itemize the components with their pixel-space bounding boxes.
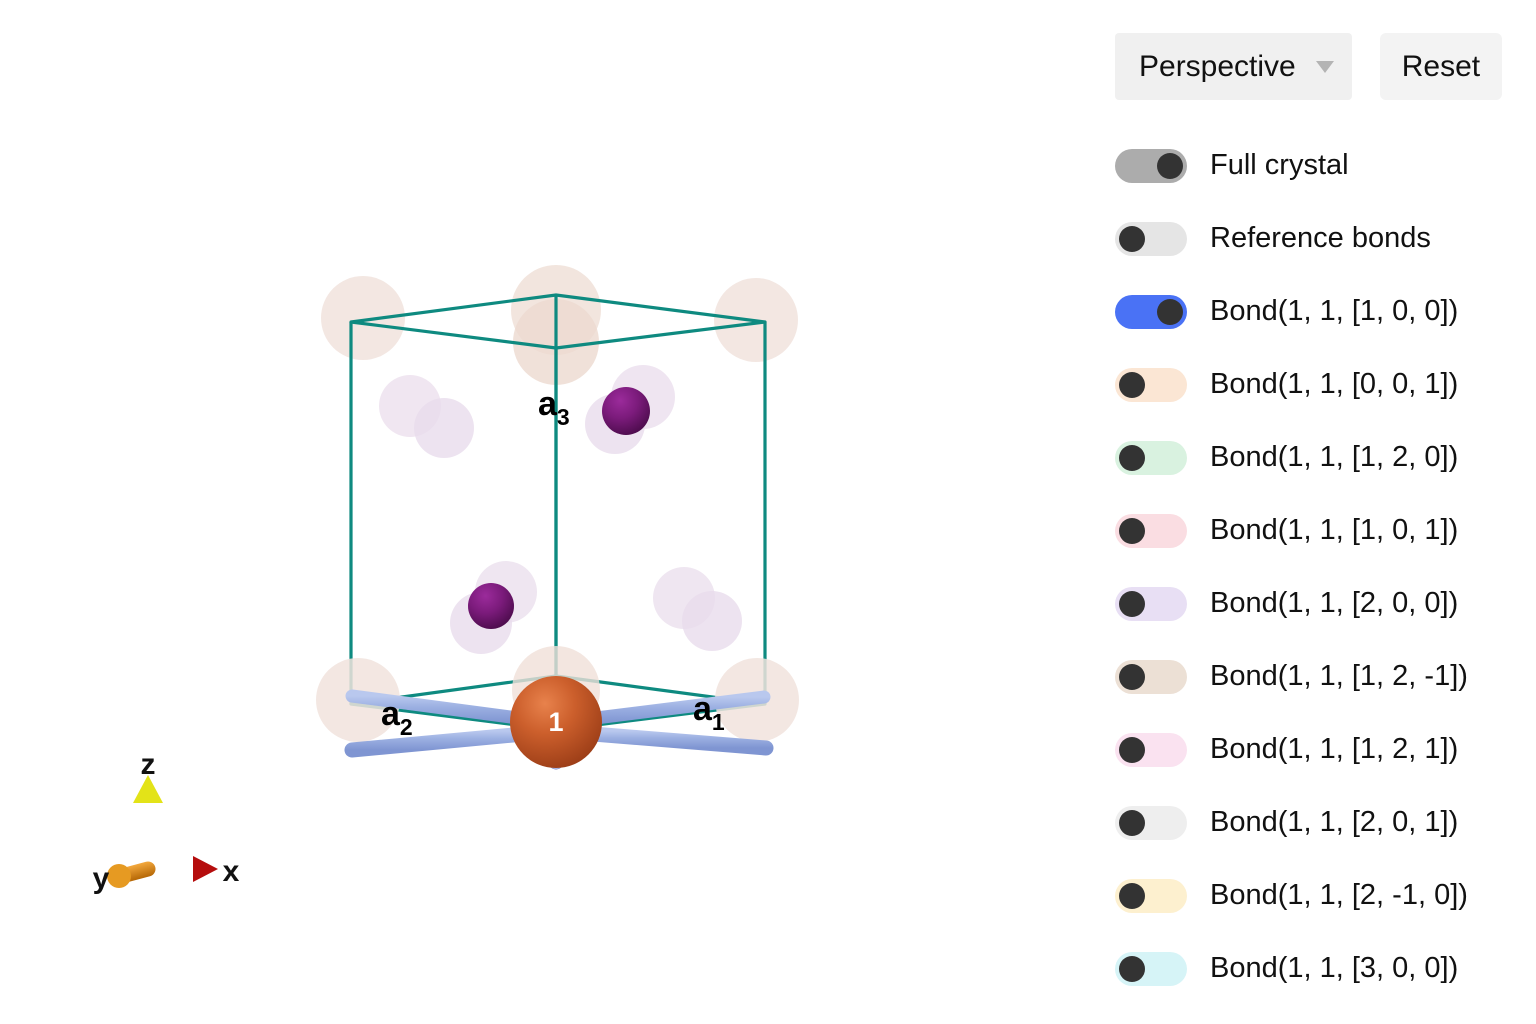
toggle-row[interactable]: Bond(1, 1, [2, -1, 0]) — [1115, 859, 1525, 932]
reset-button-label: Reset — [1401, 49, 1481, 83]
axis-x-head — [193, 856, 218, 882]
toggle-row[interactable]: Bond(1, 1, [0, 0, 1]) — [1115, 348, 1525, 421]
lattice-label-a3-base: a — [538, 385, 558, 423]
lattice-label-a2-sub: 2 — [400, 714, 413, 740]
toggle-switch[interactable] — [1115, 513, 1187, 548]
toggle-row[interactable]: Bond(1, 1, [1, 0, 1]) — [1115, 494, 1525, 567]
toggle-switch[interactable] — [1115, 367, 1187, 402]
lattice-label-a2-base: a — [381, 695, 401, 733]
purple-atom-upper[interactable] — [602, 387, 650, 435]
toggle-label: Bond(1, 1, [1, 0, 0]) — [1210, 295, 1459, 327]
axis-y-head — [107, 864, 131, 888]
toggle-label: Reference bonds — [1210, 222, 1431, 254]
axis-y-label: y — [93, 862, 110, 895]
toggle-label: Bond(1, 1, [1, 2, 0]) — [1210, 441, 1459, 473]
ghost-atom — [682, 591, 742, 651]
toggle-knob — [1157, 298, 1183, 325]
center-atom-label: 1 — [548, 707, 563, 737]
bond-toggle-list: Full crystal Reference bonds Bond(1, 1, [1… — [1115, 129, 1525, 1005]
toggle-knob — [1119, 590, 1145, 617]
toggle-label: Bond(1, 1, [2, 0, 0]) — [1210, 587, 1459, 619]
toggle-row[interactable]: Bond(1, 1, [1, 2, 0]) — [1115, 421, 1525, 494]
toggle-row[interactable]: Bond(1, 1, [1, 0, 0]) — [1115, 275, 1525, 348]
toggle-knob — [1119, 955, 1145, 982]
lattice-label-a1-sub: 1 — [712, 709, 725, 735]
toggle-label: Bond(1, 1, [0, 0, 1]) — [1210, 368, 1459, 400]
toggle-label: Bond(1, 1, [1, 0, 1]) — [1210, 514, 1459, 546]
toggle-knob — [1157, 152, 1183, 179]
toggle-knob — [1119, 517, 1145, 544]
toggle-switch[interactable] — [1115, 294, 1187, 329]
toggle-knob — [1119, 736, 1145, 763]
toggle-switch[interactable] — [1115, 659, 1187, 694]
toggle-switch[interactable] — [1115, 221, 1187, 256]
toggle-knob — [1119, 444, 1145, 471]
axis-z-label: z — [141, 748, 156, 781]
chevron-down-icon — [1315, 60, 1334, 73]
toggle-switch[interactable] — [1115, 586, 1187, 621]
lattice-label-a3: a3 — [538, 385, 570, 430]
control-panel: Perspective Reset Full crystal Reference … — [1090, 0, 1536, 1024]
toggle-knob — [1119, 225, 1145, 252]
toggle-row[interactable]: Bond(1, 1, [3, 0, 0]) — [1115, 932, 1525, 1005]
lattice-label-a1-base: a — [693, 690, 713, 728]
ghost-atom — [414, 398, 474, 458]
toggle-knob — [1119, 371, 1145, 398]
toggle-switch[interactable] — [1115, 148, 1187, 183]
ghost-atom-group-top — [321, 265, 798, 385]
panel-toolbar: Perspective Reset — [1115, 33, 1503, 100]
toggle-label: Bond(1, 1, [2, -1, 0]) — [1210, 879, 1468, 911]
toggle-label: Bond(1, 1, [2, 0, 1]) — [1210, 806, 1459, 838]
purple-atom-lower[interactable] — [468, 583, 514, 629]
toggle-switch[interactable] — [1115, 951, 1187, 986]
crystal-scene[interactable]: 1 a2 a1 a3 y x z — [0, 0, 1090, 1024]
toggle-label: Bond(1, 1, [3, 0, 0]) — [1210, 952, 1459, 984]
toggle-knob — [1119, 882, 1145, 909]
toggle-knob — [1119, 663, 1145, 690]
toggle-switch[interactable] — [1115, 440, 1187, 475]
reset-button[interactable]: Reset — [1379, 33, 1503, 100]
toggle-switch[interactable] — [1115, 878, 1187, 913]
toggle-row[interactable]: Bond(1, 1, [2, 0, 1]) — [1115, 786, 1525, 859]
toggle-row[interactable]: Bond(1, 1, [1, 2, 1]) — [1115, 713, 1525, 786]
toggle-knob — [1119, 809, 1145, 836]
toggle-label: Bond(1, 1, [1, 2, -1]) — [1210, 660, 1468, 692]
toggle-switch[interactable] — [1115, 805, 1187, 840]
toggle-row[interactable]: Full crystal — [1115, 129, 1525, 202]
toggle-switch[interactable] — [1115, 732, 1187, 767]
axis-indicator: y x z — [93, 748, 240, 895]
projection-select-label: Perspective — [1139, 49, 1296, 83]
axis-x-label: x — [223, 855, 240, 888]
crystal-viewer-canvas[interactable]: 1 a2 a1 a3 y x z — [0, 0, 1090, 1024]
projection-select[interactable]: Perspective — [1115, 33, 1352, 100]
toggle-row[interactable]: Bond(1, 1, [1, 2, -1]) — [1115, 640, 1525, 713]
toggle-label: Full crystal — [1210, 149, 1349, 181]
toggle-row[interactable]: Bond(1, 1, [2, 0, 0]) — [1115, 567, 1525, 640]
toggle-row[interactable]: Reference bonds — [1115, 202, 1525, 275]
lattice-label-a3-sub: 3 — [557, 404, 570, 430]
toggle-label: Bond(1, 1, [1, 2, 1]) — [1210, 733, 1459, 765]
